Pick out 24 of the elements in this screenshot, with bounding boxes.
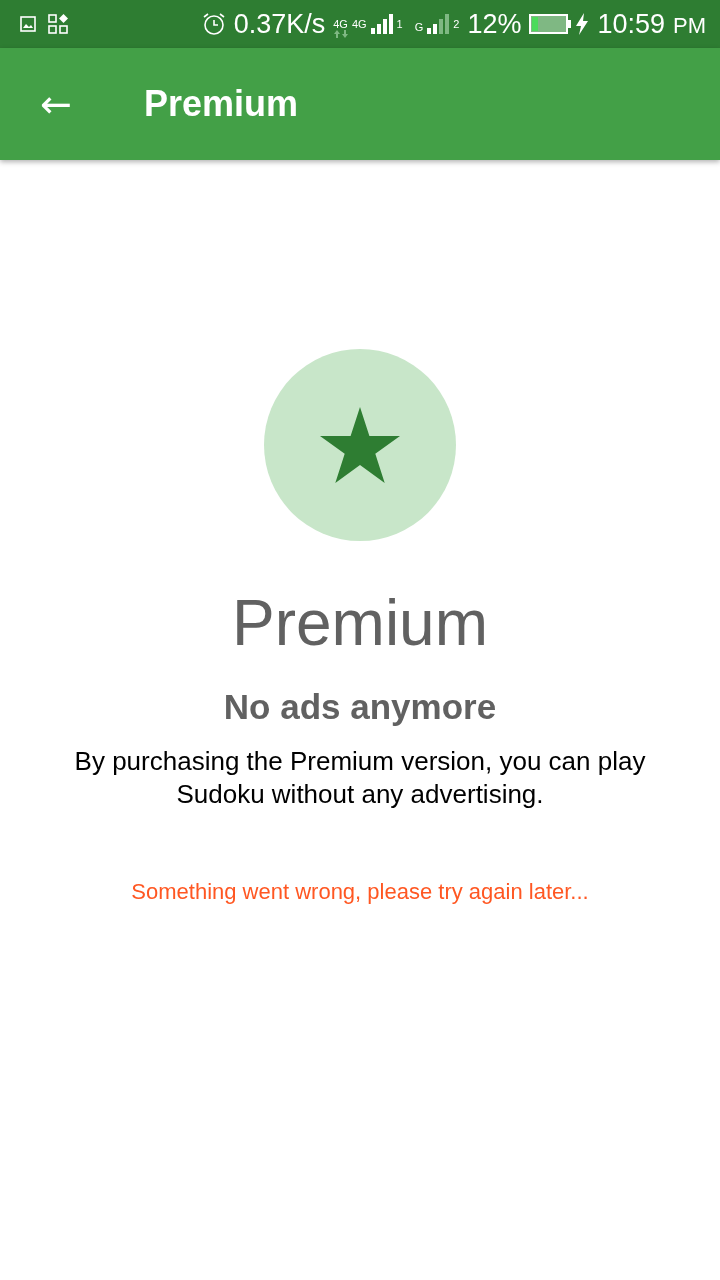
description-text: By purchasing the Premium version, you can play Sudoku without any advertising. xyxy=(73,745,647,811)
signal-icon xyxy=(370,14,393,34)
error-message: Something went wrong, please try again later... xyxy=(131,879,589,905)
signal-icon xyxy=(427,14,450,34)
screen-title: Premium xyxy=(144,83,299,125)
sim-slot: 2 xyxy=(453,17,460,30)
alarm-icon xyxy=(201,12,226,36)
premium-heading: Premium xyxy=(232,586,488,661)
network-type: G xyxy=(414,20,424,33)
star-icon xyxy=(320,407,400,483)
subheading: No ads anymore xyxy=(223,686,497,728)
battery-percentage: 12% xyxy=(467,8,522,40)
image-icon xyxy=(20,16,36,32)
sim-slot: 1 xyxy=(396,17,403,30)
battery-icon xyxy=(529,14,572,34)
data-arrows-icon xyxy=(333,29,348,38)
network-type: 4G xyxy=(351,17,367,30)
back-button[interactable]: ← xyxy=(28,76,84,132)
clock-meridiem: PM xyxy=(673,13,706,39)
network-type: 4G xyxy=(333,17,348,30)
charging-icon xyxy=(575,13,590,35)
apps-icon xyxy=(48,14,70,34)
clock-time: 10:59 xyxy=(597,8,665,40)
network-speed: 0.37K/s xyxy=(233,8,326,40)
